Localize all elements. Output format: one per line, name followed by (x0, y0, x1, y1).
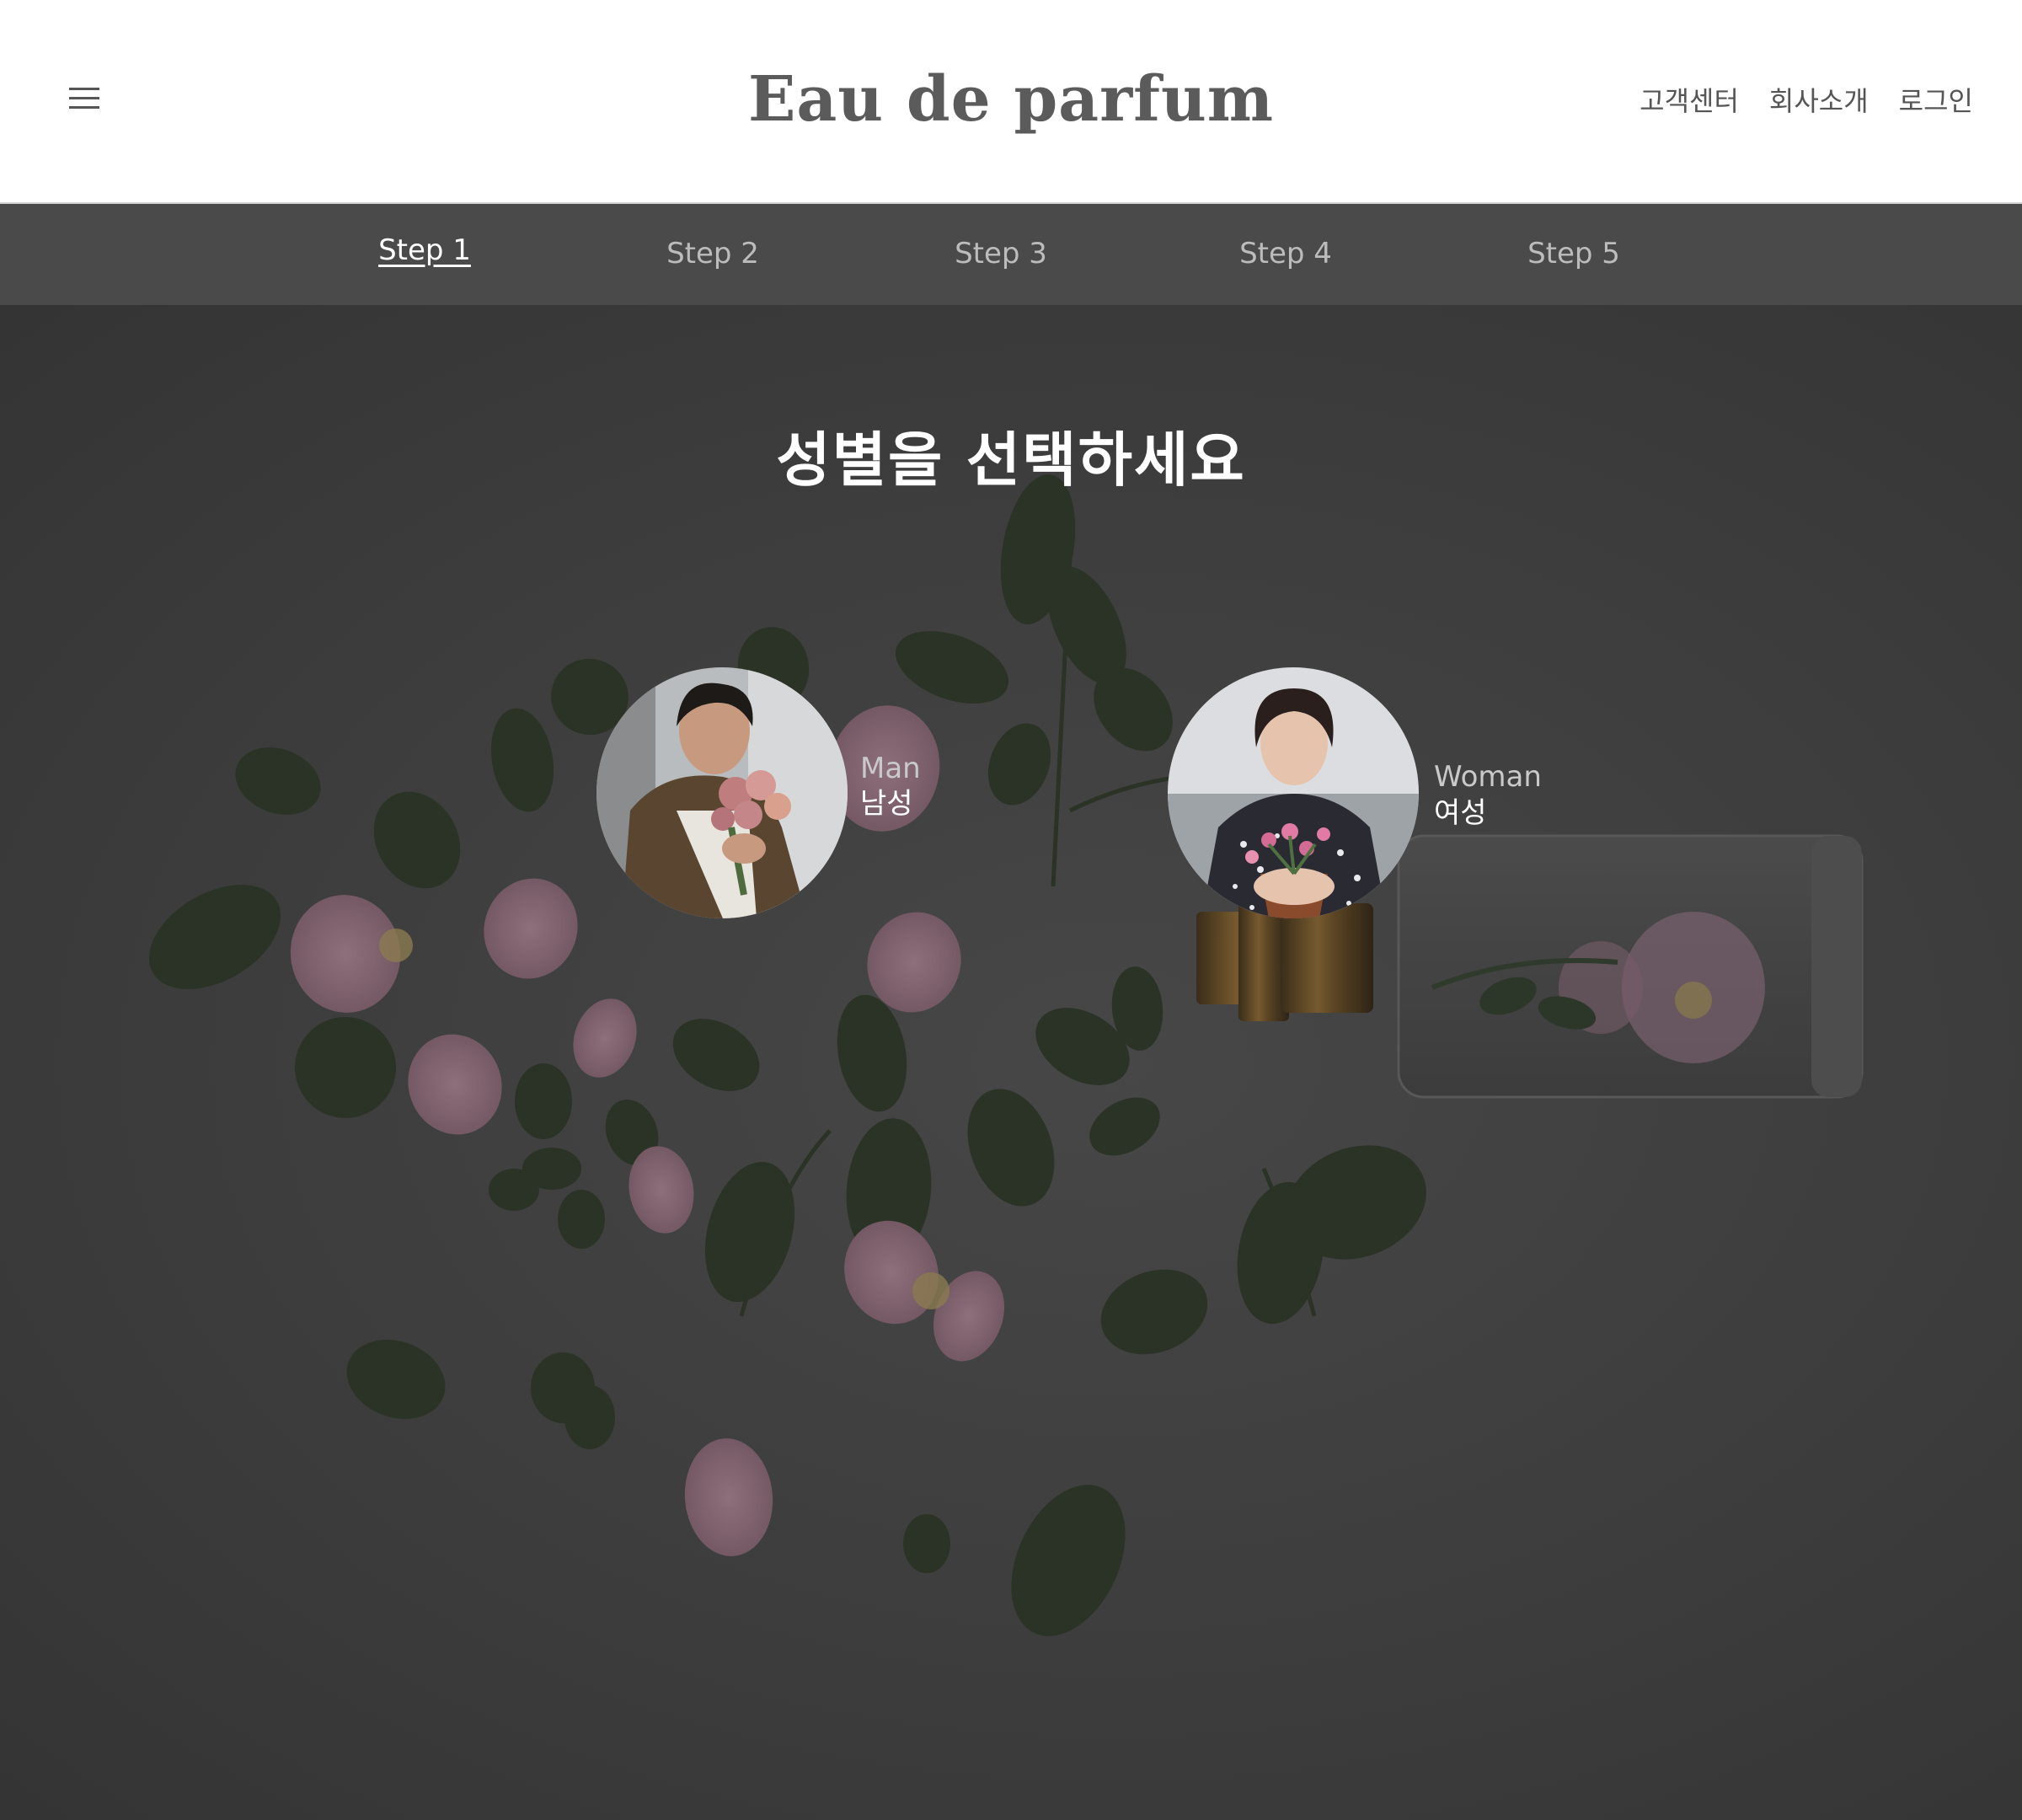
gender-selection-section: 성별을 선택하세요 Man 남성 Woman 여성 (0, 305, 2022, 1820)
step-5-tab[interactable]: Step 5 (1527, 234, 1620, 273)
page: Eau de parfum 고객센터 회사소개 로그인 Step 1 Step … (0, 0, 2022, 1820)
step-4-tab[interactable]: Step 4 (1239, 234, 1332, 273)
step-navigation: Step 1 Step 2 Step 3 Step 4 Step 5 (0, 204, 2022, 305)
woman-avatar-image (1168, 667, 1419, 918)
step-3-tab[interactable]: Step 3 (955, 234, 1047, 273)
hamburger-menu-icon[interactable] (66, 83, 106, 116)
woman-label-ko: 여성 (1434, 796, 1487, 830)
gender-option-woman[interactable]: Woman 여성 (1168, 666, 1555, 918)
man-label-en: Man (860, 752, 921, 785)
man-avatar-image (596, 667, 848, 918)
woman-label-en: Woman (1434, 760, 1542, 794)
gender-option-man[interactable]: Man 남성 (596, 666, 933, 918)
step-1-tab[interactable]: Step 1 (378, 231, 471, 270)
nav-link-about-company[interactable]: 회사소개 (1769, 83, 1869, 120)
top-nav: 고객센터 회사소개 로그인 (1640, 83, 1973, 120)
page-heading: 성별을 선택하세요 (776, 425, 1246, 495)
nav-link-customer-center[interactable]: 고객센터 (1640, 83, 1739, 120)
man-label-ko: 남성 (860, 787, 913, 821)
brand-title[interactable]: Eau de parfum (748, 63, 1274, 136)
nav-link-login[interactable]: 로그인 (1899, 83, 1973, 120)
site-header: Eau de parfum 고객센터 회사소개 로그인 (0, 0, 2022, 204)
botanical-background-image (148, 474, 1864, 1636)
step-2-tab[interactable]: Step 2 (666, 234, 759, 273)
